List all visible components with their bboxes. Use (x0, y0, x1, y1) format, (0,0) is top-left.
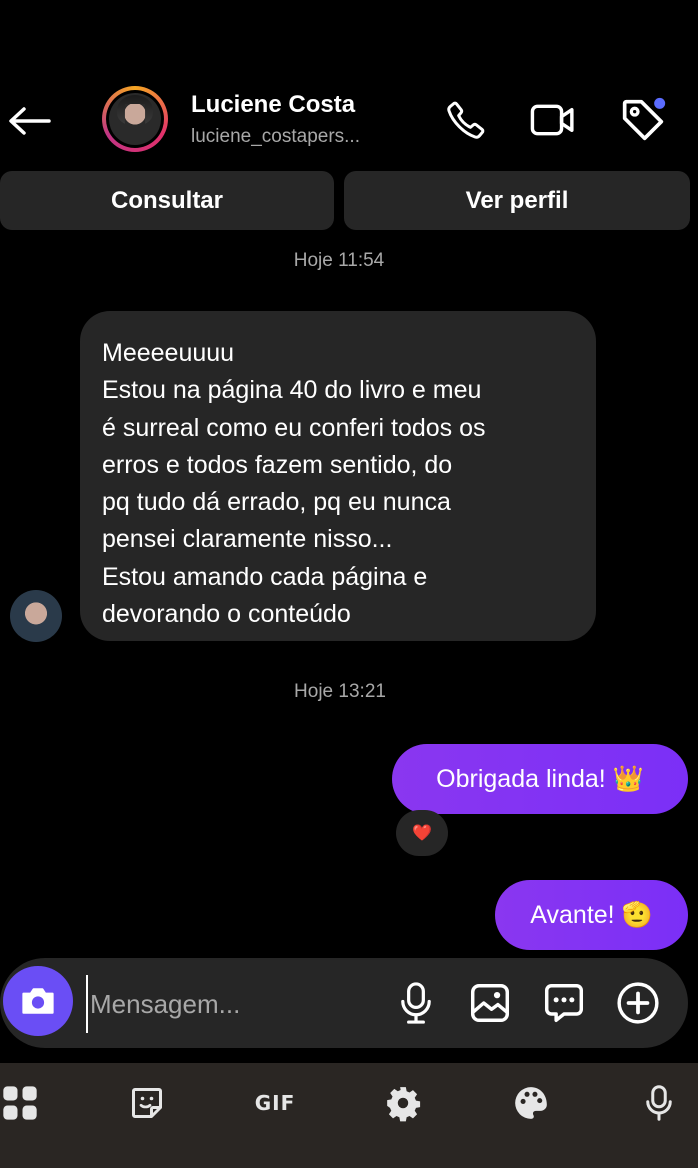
keyboard-gif-button[interactable]: GIF (247, 1075, 303, 1131)
camera-button[interactable] (3, 966, 73, 1036)
image-icon (470, 983, 510, 1023)
chat-bubble-button[interactable] (539, 978, 589, 1028)
timestamp: Hoje 13:21 (294, 681, 386, 702)
gif-icon: GIF (254, 1091, 296, 1115)
keyboard-voice-button[interactable] (631, 1075, 687, 1131)
video-camera-icon (530, 104, 574, 136)
message-line: pq tudo dá errado, pq eu nunca (102, 488, 451, 517)
message-line: erros e todos fazem sentido, do (102, 450, 453, 479)
outgoing-message-bubble[interactable]: Avante! 🫡 (495, 880, 688, 950)
keyboard-settings-button[interactable] (375, 1075, 431, 1131)
palette-icon (515, 1087, 547, 1119)
tag-button[interactable] (618, 95, 668, 145)
video-call-button[interactable] (528, 95, 578, 145)
consult-button[interactable]: Consultar (0, 171, 334, 230)
heart-reaction[interactable]: ❤️ (396, 810, 448, 856)
message-line: Estou na página 40 do livro e meu (102, 376, 482, 405)
apps-grid-icon (3, 1086, 37, 1120)
timestamp: Hoje 11:54 (293, 250, 385, 271)
keyboard-sticker-button[interactable] (119, 1075, 175, 1131)
message-line: é surreal como eu conferi todos os (102, 413, 486, 442)
contact-handle[interactable]: luciene_costapers... (191, 126, 360, 148)
message-line: Meeeeuuuu (102, 339, 235, 367)
message-line: devorando o conteúdo (102, 600, 351, 629)
back-button[interactable] (4, 96, 54, 146)
view-profile-button[interactable]: Ver perfil (344, 171, 690, 230)
message-line: pensei claramente nisso... (102, 525, 393, 554)
sticker-icon (132, 1088, 162, 1118)
gallery-button[interactable] (465, 978, 515, 1028)
settings-icon (387, 1087, 421, 1122)
keyboard-theme-button[interactable] (503, 1075, 559, 1131)
plus-icon (617, 982, 659, 1024)
camera-icon (22, 988, 54, 1014)
avatar-photo (109, 93, 161, 145)
phone-icon (447, 101, 485, 139)
contact-avatar[interactable] (102, 86, 168, 152)
outgoing-message-bubble[interactable]: Obrigada linda! 👑 (392, 744, 688, 814)
contact-name[interactable]: Luciene Costa (191, 91, 355, 119)
message-line: Estou amando cada página e (102, 562, 428, 591)
arrow-left-icon (9, 107, 51, 135)
voice-call-button[interactable] (441, 95, 491, 145)
keyboard-apps-button[interactable] (0, 1075, 48, 1131)
message-input[interactable] (86, 975, 382, 1033)
sender-avatar[interactable] (10, 590, 62, 642)
microphone-icon (646, 1085, 672, 1121)
chat-bubble-icon (544, 983, 584, 1023)
microphone-icon (401, 982, 431, 1024)
tag-icon (622, 97, 666, 141)
incoming-message-bubble[interactable]: Meeeeuuuu Estou na página 40 do livro e … (80, 311, 596, 641)
keyboard-toolbar (0, 1063, 698, 1168)
more-options-button[interactable] (613, 978, 663, 1028)
voice-message-button[interactable] (391, 978, 441, 1028)
